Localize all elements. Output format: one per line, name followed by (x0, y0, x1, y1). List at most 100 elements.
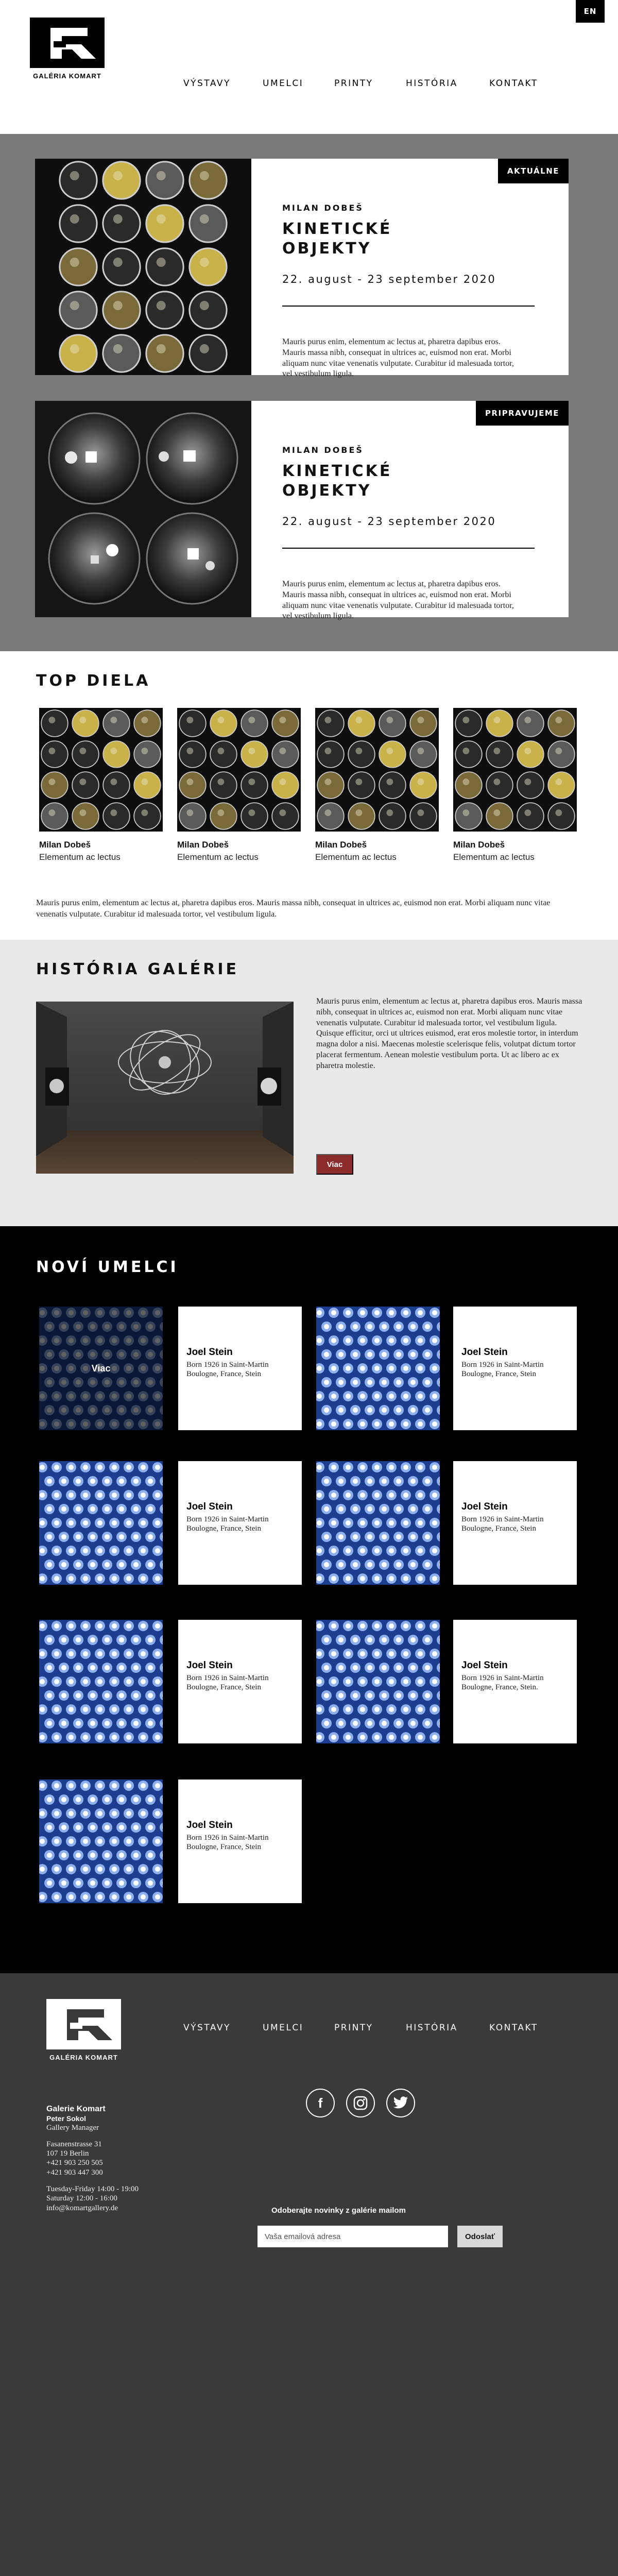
dot-highlight (83, 1465, 88, 1470)
dot-highlight (382, 1534, 387, 1539)
dot-highlight (382, 1665, 387, 1670)
dot-highlight (83, 1811, 88, 1816)
dot-highlight (360, 1548, 365, 1553)
nav-item-umelci[interactable]: UMELCI (263, 78, 303, 89)
dot-highlight (68, 1548, 74, 1553)
artist-card[interactable]: Joel Stein Born 1926 in Saint-Martin Bou… (453, 1461, 577, 1585)
exhibition-card-upcoming[interactable]: PRIPRAVUJEME MILAN DOBEŠ KINETICKÉ OBJEK… (35, 401, 569, 620)
artist-image[interactable] (316, 1307, 440, 1430)
dot-highlight (61, 1825, 66, 1830)
nav-item-vystavy[interactable]: VÝSTAVY (183, 78, 231, 89)
dot-highlight (403, 1707, 408, 1712)
dot-highlight (83, 1839, 88, 1844)
phone-number[interactable]: +421 903 250 505 (46, 2158, 211, 2167)
dot-highlight (338, 1380, 344, 1385)
dot-highlight (374, 1576, 380, 1581)
dot-highlight (410, 1693, 416, 1698)
email-link[interactable]: info@komartgallery.de (46, 2204, 211, 2213)
work-card[interactable]: Milan Dobeš Elementum ac lectus (177, 708, 301, 862)
artist-card[interactable]: Joel Stein Born 1926 in Saint-Martin Bou… (178, 1307, 302, 1430)
footer-nav-printy[interactable]: PRINTY (334, 2023, 373, 2033)
history-image (36, 1002, 294, 1174)
dot-highlight (126, 1679, 131, 1684)
dot-highlight (360, 1735, 365, 1740)
dot-highlight (403, 1465, 408, 1470)
sphere (317, 802, 345, 830)
nav-item-printy[interactable]: PRINTY (334, 78, 373, 89)
artist-card[interactable]: Joel Stein Born 1926 in Saint-Martin Bou… (453, 1307, 577, 1430)
dot-highlight (396, 1506, 401, 1512)
dot-highlight (382, 1324, 387, 1329)
nav-item-kontakt[interactable]: KONTAKT (489, 78, 538, 89)
artist-card[interactable]: Joel Stein Born 1926 in Saint-Martin Bou… (453, 1620, 577, 1743)
dot-highlight (47, 1665, 52, 1670)
artist-card[interactable]: Joel Stein Born 1926 in Saint-Martin Bou… (178, 1780, 302, 1903)
artist-card[interactable]: Joel Stein Born 1926 in Saint-Martin Bou… (178, 1620, 302, 1743)
newsletter-email-input[interactable] (258, 2226, 448, 2247)
artist-card[interactable]: Joel Stein Born 1926 in Saint-Martin Bou… (178, 1461, 302, 1585)
dot-highlight (410, 1506, 416, 1512)
language-switch-button[interactable]: EN (576, 0, 605, 23)
dot-highlight (331, 1520, 336, 1526)
dot-highlight (353, 1352, 358, 1357)
artist-image[interactable] (39, 1780, 163, 1903)
artist-image[interactable] (39, 1620, 163, 1743)
exhibition-card-current[interactable]: AKTUÁLNE MILAN DOBEŠ KINETICKÉ OBJEKTY 2… (35, 159, 569, 378)
sphere (271, 709, 299, 737)
sphere (210, 709, 237, 737)
dot-highlight (418, 1421, 423, 1427)
dot-highlight (141, 1839, 146, 1844)
sphere (348, 771, 375, 799)
exhibition-description: Mauris purus enim, elementum ac lectus a… (282, 337, 514, 379)
dot-highlight (425, 1721, 430, 1726)
dot-highlight (403, 1548, 408, 1553)
work-card[interactable]: Milan Dobeš Elementum ac lectus (315, 708, 439, 862)
nav-item-historia[interactable]: HISTÓRIA (406, 78, 458, 89)
divider (282, 548, 535, 549)
dot-highlight (119, 1853, 124, 1858)
dot-highlight (119, 1825, 124, 1830)
dot-highlight (90, 1562, 95, 1567)
artist-image[interactable] (316, 1620, 440, 1743)
dot-highlight (396, 1479, 401, 1484)
dot-highlight (126, 1520, 131, 1526)
artist-image[interactable]: Viac (39, 1307, 163, 1430)
dot-highlight (425, 1352, 430, 1357)
dot-highlight (141, 1894, 146, 1900)
twitter-icon[interactable] (386, 2089, 415, 2117)
footer-nav-umelci[interactable]: UMELCI (263, 2023, 303, 2033)
footer-nav-vystavy[interactable]: VÝSTAVY (183, 2023, 231, 2033)
dot-highlight (83, 1867, 88, 1872)
gallery-logo[interactable]: GALÉRIA KOMART (30, 18, 105, 80)
work-card[interactable]: Milan Dobeš Elementum ac lectus (453, 708, 577, 862)
artist-image[interactable] (39, 1461, 163, 1585)
dot-highlight (68, 1839, 74, 1844)
newsletter-submit-button[interactable]: Odoslať (457, 2226, 503, 2247)
dot-highlight (90, 1506, 95, 1512)
facebook-icon[interactable]: f (306, 2089, 335, 2117)
dot-highlight (97, 1867, 102, 1872)
dot-highlight (133, 1562, 139, 1567)
dot-highlight (112, 1493, 117, 1498)
dot-highlight (126, 1576, 131, 1581)
sphere (271, 740, 299, 768)
phone-number[interactable]: +421 903 447 300 (46, 2168, 211, 2177)
instagram-icon[interactable] (346, 2089, 375, 2117)
sphere (188, 291, 228, 330)
dot-highlight (389, 1520, 394, 1526)
footer-nav-kontakt[interactable]: KONTAKT (489, 2023, 538, 2033)
sphere (409, 740, 437, 768)
dot-highlight (418, 1493, 423, 1498)
artist-image[interactable] (316, 1461, 440, 1585)
sphere (317, 771, 345, 799)
footer-nav-historia[interactable]: HISTÓRIA (406, 2023, 458, 2033)
more-overlay[interactable]: Viac (39, 1307, 163, 1430)
work-image (177, 708, 301, 832)
sphere (241, 802, 268, 830)
more-button[interactable]: Viac (316, 1154, 353, 1175)
dot-highlight (346, 1338, 351, 1343)
lens-1 (48, 412, 141, 505)
dot-highlight (126, 1811, 131, 1816)
section-title: NOVÍ UMELCI (36, 1258, 179, 1276)
work-card[interactable]: Milan Dobeš Elementum ac lectus (39, 708, 163, 862)
